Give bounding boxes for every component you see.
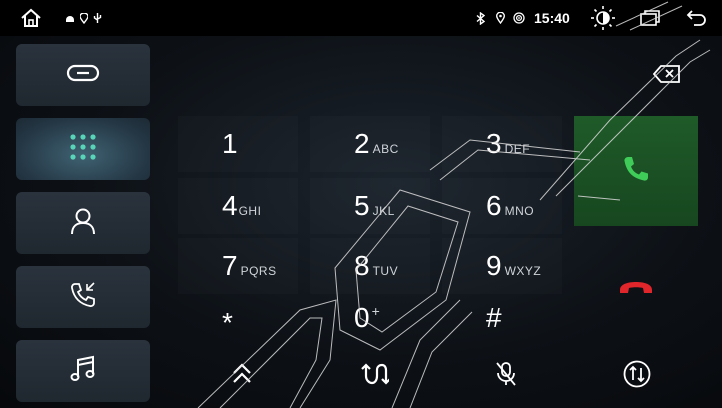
merge-calls-icon: [359, 362, 391, 391]
key-digit: 1: [222, 128, 238, 159]
phone-call-icon: [621, 154, 651, 189]
mute-mic-icon: [495, 361, 517, 392]
brightness-icon[interactable]: [589, 0, 617, 36]
key-hash[interactable]: #: [442, 290, 562, 346]
switch-audio-button[interactable]: [617, 346, 657, 406]
key-letters: MNO: [504, 204, 535, 218]
key-letters: TUV: [372, 264, 399, 278]
key-digit: 5: [354, 190, 370, 221]
collapse-keypad-icon: [231, 362, 253, 391]
music-icon: [70, 355, 96, 388]
key-digit: 8: [354, 250, 370, 281]
key-0[interactable]: 0 +: [310, 290, 430, 346]
location-icon: [494, 0, 506, 36]
key-4[interactable]: 4 GHI: [178, 178, 298, 234]
backspace-icon: [652, 64, 681, 88]
bluetooth-icon: [474, 0, 486, 36]
phone-hangup-icon: [618, 280, 654, 301]
sidebar-item-music[interactable]: [16, 340, 150, 402]
key-5[interactable]: 5 JKL: [310, 178, 430, 234]
key-digit: 9: [486, 250, 502, 281]
status-bar: 15:40: [0, 0, 722, 36]
android-icon: [64, 0, 76, 36]
end-call-button[interactable]: [574, 262, 698, 318]
number-display: [178, 46, 710, 106]
key-digit: 7: [222, 250, 238, 281]
key-digit: 4: [222, 190, 238, 221]
call-button[interactable]: [574, 116, 698, 226]
key-1[interactable]: 1: [178, 116, 298, 172]
collapse-keypad-button[interactable]: [222, 346, 262, 406]
key-9[interactable]: 9 WXYZ: [442, 238, 562, 294]
key-digit: 0: [354, 302, 370, 333]
sidebar-item-contacts[interactable]: [16, 192, 150, 254]
location-icon: [79, 0, 89, 36]
key-letters: ABC: [372, 142, 399, 156]
key-letters: PQRS: [240, 264, 277, 278]
key-letters: JKL: [372, 204, 395, 218]
call-log-icon: [69, 281, 97, 314]
key-letters: +: [371, 303, 381, 319]
usb-icon: [92, 0, 102, 36]
contacts-icon: [70, 207, 96, 240]
link-icon: [66, 63, 100, 88]
key-digit: #: [486, 302, 502, 333]
key-8[interactable]: 8 TUV: [310, 238, 430, 294]
switch-audio-icon: [622, 359, 652, 394]
recent-apps-icon[interactable]: [638, 0, 662, 36]
mute-button[interactable]: [486, 346, 526, 406]
merge-calls-button[interactable]: [354, 346, 394, 406]
key-digit: *: [222, 307, 233, 338]
key-7[interactable]: 7 PQRS: [178, 238, 298, 294]
backspace-button[interactable]: [650, 62, 684, 90]
sidebar-item-call-log[interactable]: [16, 266, 150, 328]
key-letters: GHI: [238, 204, 262, 218]
sidebar-item-dialpad[interactable]: [16, 118, 150, 180]
key-digit: 6: [486, 190, 502, 221]
wifi-icon: [512, 0, 526, 36]
key-digit: 3: [486, 128, 502, 159]
key-star[interactable]: *: [178, 290, 298, 346]
clock: 15:40: [534, 10, 570, 26]
key-3[interactable]: 3 DEF: [442, 116, 562, 172]
home-icon[interactable]: [18, 0, 44, 36]
key-2[interactable]: 2 ABC: [310, 116, 430, 172]
dialer-screen: 15:40 1 2 ABC 3 DEF 4 GHI 5 JKL 6 MNO 7 …: [0, 0, 722, 408]
key-digit: 2: [354, 128, 370, 159]
key-6[interactable]: 6 MNO: [442, 178, 562, 234]
key-letters: WXYZ: [504, 264, 542, 278]
sidebar-item-link[interactable]: [16, 44, 150, 106]
back-icon[interactable]: [684, 0, 710, 36]
dialpad-icon: [68, 132, 98, 167]
key-letters: DEF: [504, 142, 531, 156]
